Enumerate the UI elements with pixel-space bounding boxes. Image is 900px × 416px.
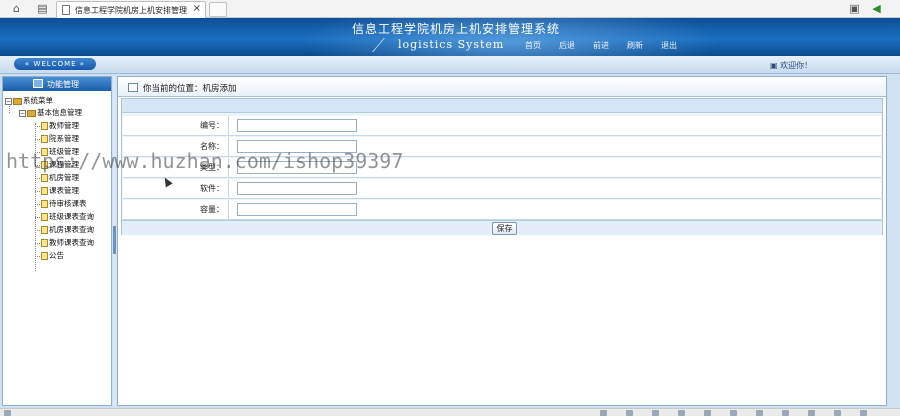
id-input[interactable] [237,119,357,132]
sidebar-item-lab-schedule-query[interactable]: 机房课表查询 [35,224,94,236]
home-icon[interactable]: ⌂ [10,2,23,15]
location-icon [128,83,138,92]
page-icon [41,174,48,182]
welcome-badge: « WELCOME » [14,58,96,70]
form-row-id: 编号： [123,116,881,136]
breadcrumb-text: 你当前的位置：机房添加 [143,84,237,94]
tray-icon [860,410,867,416]
sidebar-item-teacher[interactable]: 教师管理 [35,120,79,132]
folder-open-icon [27,109,36,117]
new-tab-button[interactable] [209,2,227,17]
close-icon[interactable]: × [193,3,201,14]
id-label: 编号： [123,116,229,135]
save-button[interactable]: 保存 [492,222,517,235]
page-icon [41,252,48,260]
sidebar-item-department[interactable]: 院系管理 [35,133,79,145]
app-header: 信息工程学院机房上机安排管理系统 logistics System 首页 后退 … [0,18,900,56]
header-nav: 首页 后退 前进 刷新 退出 [516,40,686,51]
collapse-icon[interactable]: − [19,109,26,117]
tray-icon [730,410,737,416]
app-subtitle: logistics System [398,38,505,51]
sidebar-item-pending-schedule[interactable]: 待审核课表 [35,198,87,210]
sidebar-item-class-schedule-query[interactable]: 班级课表查询 [35,211,94,223]
main-content: 你当前的位置：机房添加 编号： 名称： 类型： 软件： 容量： 保存 [117,76,887,406]
browser-status-bar [0,408,900,416]
form-header-band [122,99,882,113]
tray-icon [756,410,763,416]
page-icon [41,200,48,208]
form-row-software: 软件： [123,179,881,199]
sidebar-item-lab[interactable]: 机房管理 [35,172,79,184]
tray-icon [626,410,633,416]
browser-tab-bar: ⌂ ▤ 信息工程学院机房上机安排管理 × ▣ ◀ [0,0,900,18]
page-icon [41,213,48,221]
form-row-capacity: 容量： [123,200,881,220]
page-icon [41,122,48,130]
page-icon [41,187,48,195]
watermark: https://www.huzhan.com/ishop39397 [6,149,404,173]
nav-refresh[interactable]: 刷新 [618,40,652,51]
page-icon [41,135,48,143]
tree-root[interactable]: − 系统菜单 [5,95,53,107]
lock-icon[interactable]: ▣ [848,2,861,15]
folder-icon [13,97,22,105]
document-icon [62,5,70,15]
nav-logout[interactable]: 退出 [652,40,686,51]
tray-icon [678,410,685,416]
sidebar-header: 功能管理 [3,77,111,91]
tray-icon [652,410,659,416]
tray-icon [600,410,607,416]
nav-forward[interactable]: 前进 [584,40,618,51]
notes-icon[interactable]: ▤ [36,2,49,15]
browser-tab[interactable]: 信息工程学院机房上机安排管理 × [56,1,206,18]
tab-title: 信息工程学院机房上机安排管理 [75,6,187,15]
capacity-input[interactable] [237,203,357,216]
sidebar-item-notice[interactable]: 公告 [35,250,64,262]
sidebar-item-schedule[interactable]: 课表管理 [35,185,79,197]
form-button-bar: 保存 [122,220,882,235]
tree-group[interactable]: − 基本信息管理 [19,107,82,119]
back-arrow-icon[interactable]: ◀ [870,2,883,15]
nav-home[interactable]: 首页 [516,40,550,51]
software-label: 软件： [123,179,229,198]
page-icon [41,226,48,234]
welcome-user: ▣ 欢迎你！ [770,61,813,70]
collapse-icon[interactable]: − [5,97,12,105]
sidebar: 功能管理 − 系统菜单 − 基本信息管理 教师管理 院系管理 班级管理 课程管理 机… [2,76,112,406]
welcome-strip: « WELCOME » ▣ 欢迎你！ [0,56,900,74]
tray-icon [782,410,789,416]
tray-icon [834,410,841,416]
sidebar-header-label: 功能管理 [47,80,79,89]
status-icon [4,410,11,416]
app-title: 信息工程学院机房上机安排管理系统 [352,22,561,36]
breadcrumb: 你当前的位置：机房添加 [118,77,886,97]
nav-back[interactable]: 后退 [550,40,584,51]
sidebar-item-teacher-schedule-query[interactable]: 教师课表查询 [35,237,94,249]
tray-icon [808,410,815,416]
tray-icon [704,410,711,416]
page-icon [41,239,48,247]
software-input[interactable] [237,182,357,195]
capacity-label: 容量： [123,200,229,219]
menu-icon [33,79,43,88]
splitter-handle[interactable] [113,226,116,254]
